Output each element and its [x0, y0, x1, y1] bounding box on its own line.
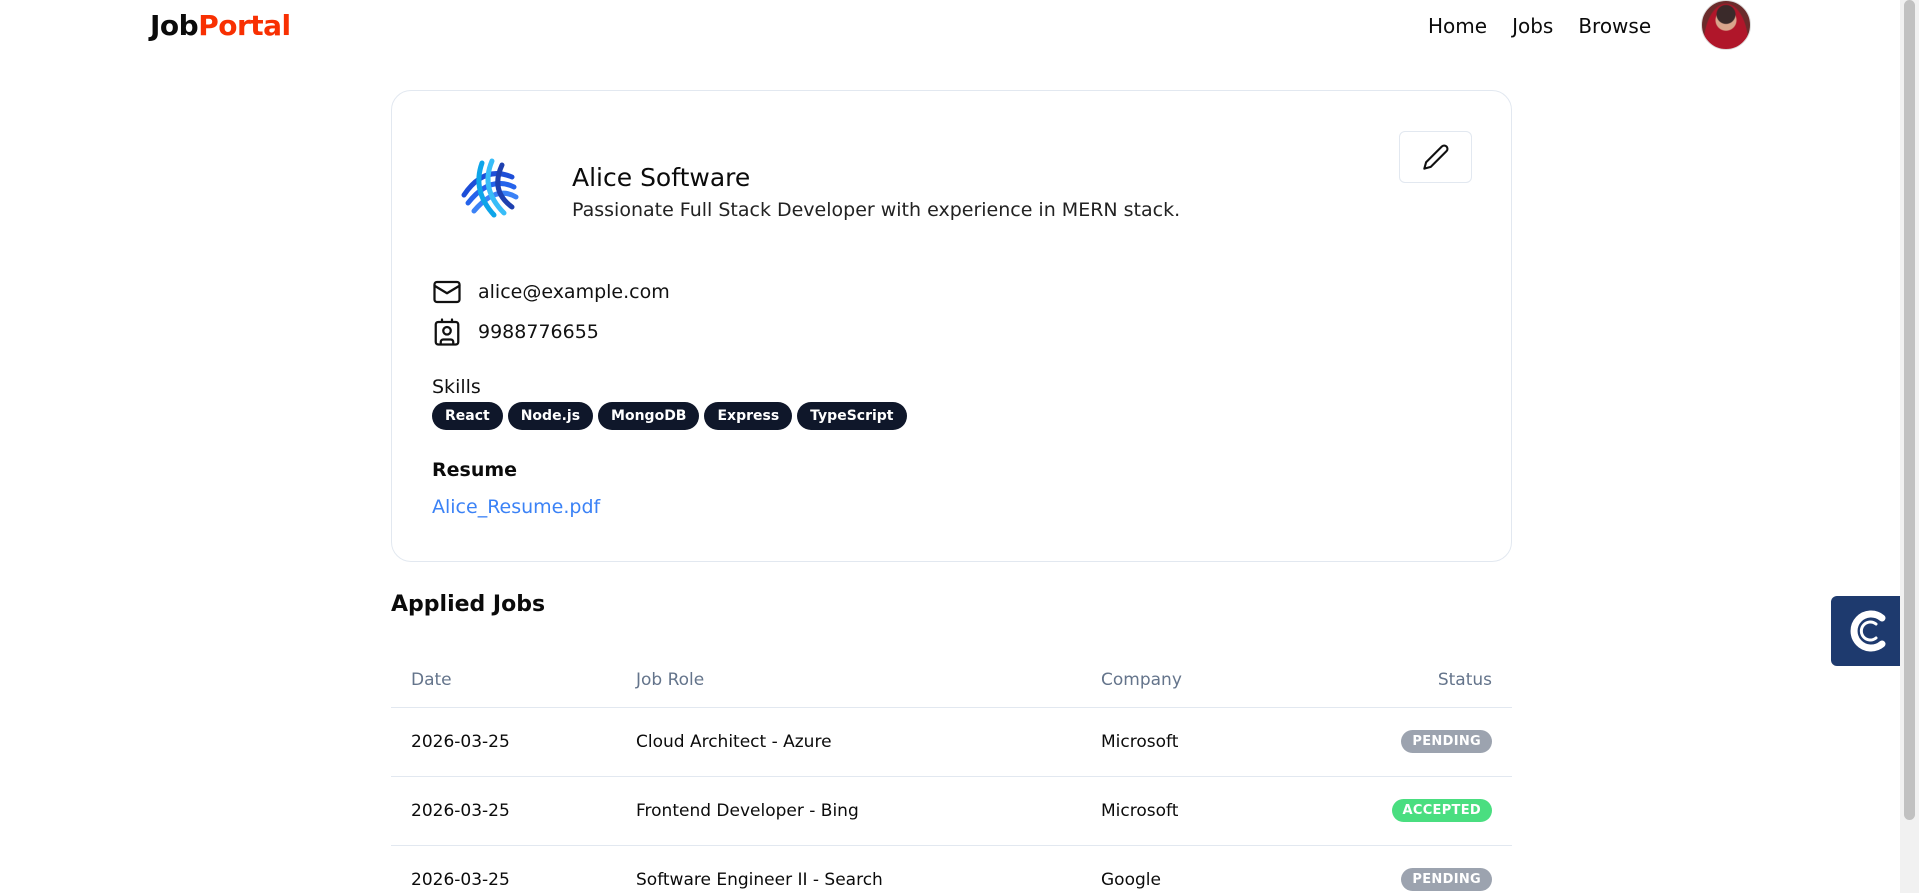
cell-date: 2026-03-25 [391, 776, 616, 846]
nav-link-home[interactable]: Home [1428, 14, 1487, 38]
skills-list: React Node.js MongoDB Express TypeScript [432, 402, 907, 430]
table-header-row: Date Job Role Company Status [391, 653, 1512, 708]
pencil-icon [1422, 144, 1448, 170]
profile-card: Alice Software Passionate Full Stack Dev… [391, 90, 1512, 562]
skill-badge: Express [704, 402, 793, 430]
resume-link[interactable]: Alice_Resume.pdf [432, 496, 600, 518]
column-header-status: Status [1331, 653, 1512, 708]
cell-job-role: Frontend Developer - Bing [616, 776, 1081, 846]
cell-company: Microsoft [1081, 707, 1331, 777]
table-row[interactable]: 2026-03-25 Frontend Developer - Bing Mic… [391, 776, 1512, 846]
cell-company: Microsoft [1081, 776, 1331, 846]
table-row[interactable]: 2026-03-25 Software Engineer II - Search… [391, 845, 1512, 893]
page: JobPortal Home Jobs Browse Alice Softwar… [0, 0, 1919, 893]
profile-phone: 9988776655 [478, 321, 599, 343]
phone-row: 9988776655 [432, 317, 599, 347]
applied-jobs-table: Date Job Role Company Status 2026-03-25 … [391, 653, 1512, 893]
cell-job-role: Cloud Architect - Azure [616, 707, 1081, 777]
cell-date: 2026-03-25 [391, 707, 616, 777]
contact-card-icon [434, 318, 460, 346]
logo[interactable]: JobPortal [150, 9, 291, 42]
skill-badge: React [432, 402, 503, 430]
skill-badge: Node.js [507, 402, 594, 430]
logo-text-job: Job [150, 9, 199, 42]
column-header-company: Company [1081, 653, 1331, 708]
cell-status: PENDING [1331, 707, 1512, 777]
page-scrollbar[interactable] [1900, 0, 1919, 893]
status-badge: ACCEPTED [1391, 799, 1492, 822]
nav-link-jobs[interactable]: Jobs [1512, 14, 1553, 38]
status-badge: PENDING [1401, 730, 1492, 753]
floating-chat-widget[interactable] [1831, 596, 1906, 666]
nav-links: Home Jobs Browse [1428, 14, 1651, 38]
mail-icon [433, 280, 461, 304]
cell-job-role: Software Engineer II - Search [616, 845, 1081, 893]
skills-label: Skills [432, 376, 481, 398]
status-badge: PENDING [1401, 868, 1492, 891]
email-row: alice@example.com [432, 277, 670, 307]
navbar: JobPortal Home Jobs Browse [0, 0, 1900, 52]
column-header-job-role: Job Role [616, 653, 1081, 708]
applied-jobs-title: Applied Jobs [391, 592, 546, 617]
profile-logo-icon [461, 158, 519, 218]
c-logo-icon [1850, 610, 1885, 652]
cell-date: 2026-03-25 [391, 845, 616, 893]
cell-status: PENDING [1331, 845, 1512, 893]
cell-company: Google [1081, 845, 1331, 893]
skill-badge: TypeScript [797, 402, 907, 430]
skill-badge: MongoDB [598, 402, 700, 430]
profile-bio: Passionate Full Stack Developer with exp… [572, 199, 1181, 221]
user-avatar[interactable] [1701, 0, 1751, 50]
logo-text-portal: Portal [198, 9, 291, 42]
edit-profile-button[interactable] [1399, 131, 1472, 183]
profile-email: alice@example.com [478, 281, 670, 303]
nav-link-browse[interactable]: Browse [1578, 14, 1651, 38]
scrollbar-thumb[interactable] [1904, 0, 1915, 820]
cell-status: ACCEPTED [1331, 776, 1512, 846]
table-row[interactable]: 2026-03-25 Cloud Architect - Azure Micro… [391, 707, 1512, 777]
profile-name: Alice Software [572, 163, 751, 192]
resume-label: Resume [432, 459, 518, 481]
column-header-date: Date [391, 653, 616, 708]
